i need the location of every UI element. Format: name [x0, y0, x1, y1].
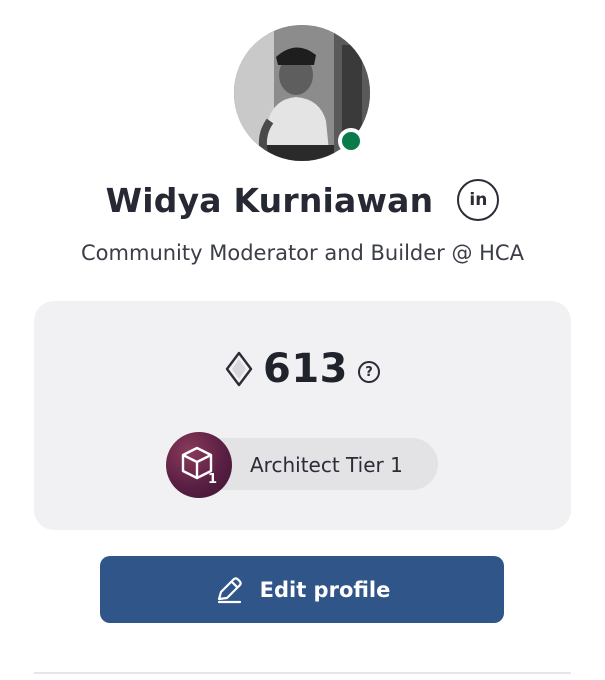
tier-badge: 1	[166, 432, 232, 498]
stats-card: 613 ? 1 Architect Tier 1	[34, 301, 571, 530]
tier-badge-number: 1	[208, 472, 217, 485]
points-row: 613 ?	[34, 341, 571, 397]
name-row: Widya Kurniawan in	[0, 172, 605, 228]
diamond-icon	[225, 351, 253, 387]
section-divider	[34, 672, 571, 674]
profile-name: Widya Kurniawan	[105, 180, 434, 220]
cube-icon: 1	[181, 446, 217, 485]
profile-tagline: Community Moderator and Builder @ HCA	[81, 241, 524, 265]
points-value: 613	[263, 346, 348, 392]
profile-page: Widya Kurniawan in Community Moderator a…	[0, 0, 605, 680]
edit-profile-button[interactable]: Edit profile	[100, 556, 504, 623]
tier-chip[interactable]: 1 Architect Tier 1	[166, 432, 438, 498]
pencil-icon	[217, 576, 242, 603]
edit-profile-label: Edit profile	[259, 577, 391, 602]
linkedin-icon[interactable]: in	[457, 179, 500, 221]
avatar-container	[234, 25, 372, 163]
online-status-indicator	[338, 128, 364, 154]
tier-label: Architect Tier 1	[250, 453, 403, 477]
question-circle-icon[interactable]: ?	[358, 361, 380, 383]
